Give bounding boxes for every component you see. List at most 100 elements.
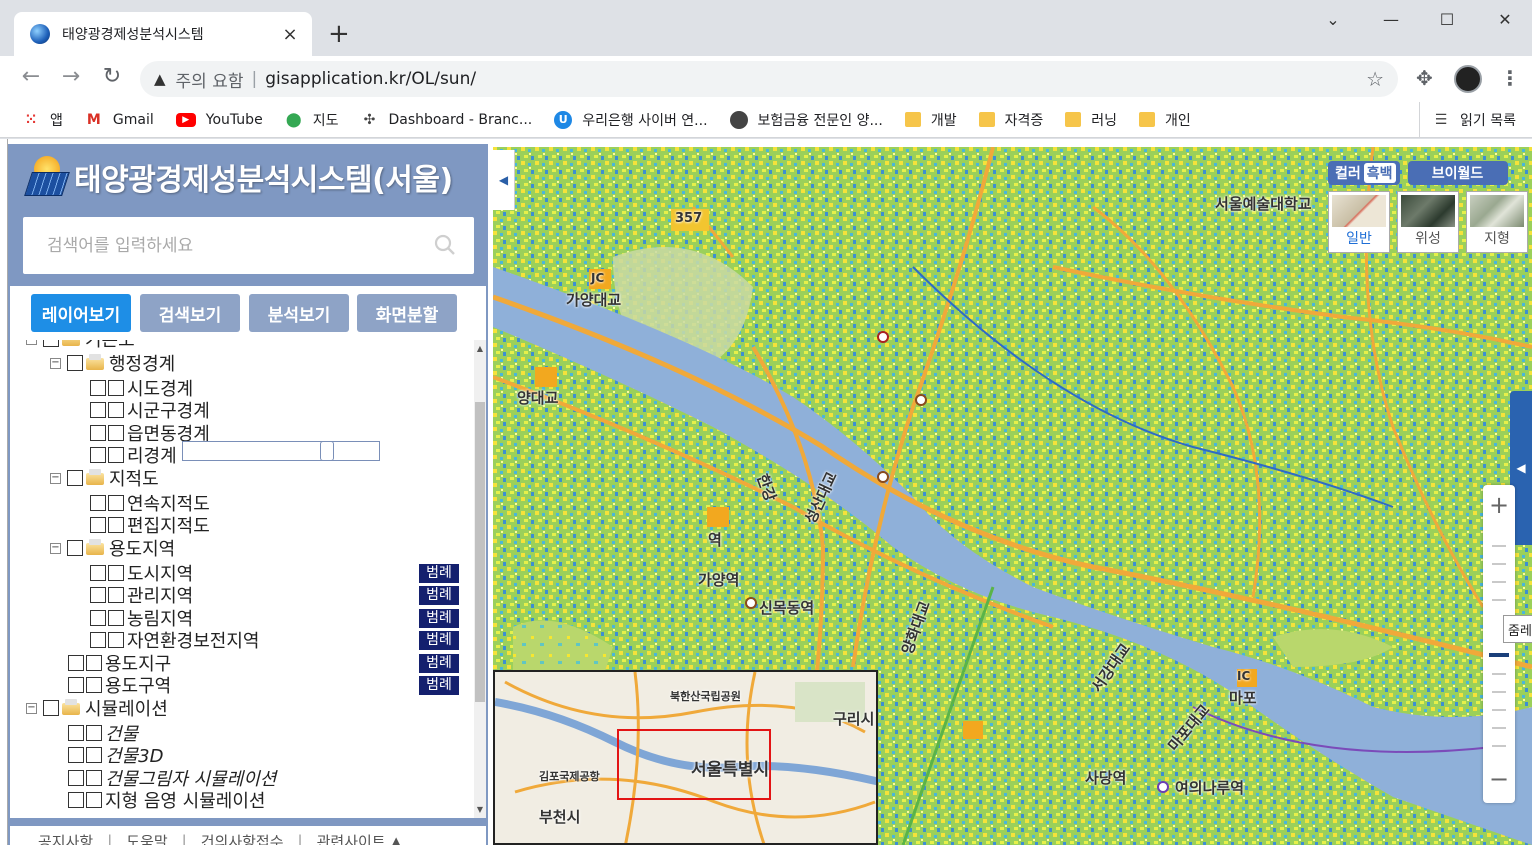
forward-button[interactable]: → bbox=[56, 64, 86, 89]
tree-row[interactable]: 농림지역 bbox=[90, 607, 193, 630]
overview-minimap[interactable]: 북한산국립공원 구리시 김포국제공항 서울특별시 부천시 bbox=[493, 670, 878, 845]
legend-button[interactable]: 범례 bbox=[419, 676, 459, 695]
tab-analysis-view[interactable]: 분석보기 bbox=[249, 294, 349, 332]
scrollbar-thumb[interactable] bbox=[475, 402, 485, 702]
address-bar[interactable]: ▲ 주의 요함 | gisapplication.kr/OL/sun/ ☆ bbox=[140, 61, 1398, 97]
layer-checkbox[interactable] bbox=[90, 610, 106, 626]
layer-checkbox[interactable] bbox=[90, 565, 106, 581]
layer-checkbox[interactable] bbox=[90, 517, 106, 533]
layer-visibility-checkbox[interactable] bbox=[108, 495, 124, 511]
layer-visibility-checkbox[interactable] bbox=[108, 587, 124, 603]
bookmark-star-icon[interactable]: ☆ bbox=[1366, 67, 1384, 91]
layer-checkbox[interactable] bbox=[90, 447, 106, 463]
collapse-icon[interactable]: − bbox=[50, 472, 61, 484]
layer-checkbox[interactable] bbox=[90, 402, 106, 418]
bookmark-folder-learning[interactable]: 러닝 bbox=[1065, 110, 1117, 130]
extensions-puzzle-icon[interactable]: ✥ bbox=[1416, 66, 1433, 90]
bookmark-folder-cert[interactable]: 자격증 bbox=[978, 110, 1043, 130]
basemap-satellite[interactable]: 위성 bbox=[1397, 191, 1459, 253]
scroll-down-arrow-icon[interactable]: ▼ bbox=[475, 805, 485, 814]
zoom-level-tick[interactable] bbox=[1492, 709, 1506, 711]
tree-row-basemap[interactable]: − 기본도 bbox=[26, 340, 135, 351]
layer-visibility-checkbox[interactable] bbox=[108, 425, 124, 441]
collapse-icon[interactable]: − bbox=[50, 542, 61, 554]
layer-visibility-checkbox[interactable] bbox=[108, 632, 124, 648]
layer-visibility-checkbox[interactable] bbox=[86, 770, 102, 786]
zoom-in-button[interactable]: + bbox=[1483, 491, 1515, 519]
zoom-level-tick[interactable] bbox=[1492, 581, 1506, 583]
bookmark-gmail[interactable]: M Gmail bbox=[85, 111, 154, 129]
zoom-level-current[interactable] bbox=[1489, 653, 1509, 657]
tree-row[interactable]: − 시뮬레이션 bbox=[26, 697, 168, 720]
footer-link-suggestion[interactable]: 건의사항접수 bbox=[201, 831, 284, 845]
zoom-level-tick[interactable] bbox=[1492, 545, 1506, 547]
tab-close-icon[interactable]: × bbox=[280, 24, 300, 45]
footer-link-help[interactable]: 도움말 bbox=[126, 831, 167, 845]
zoom-level-tick[interactable] bbox=[1492, 745, 1506, 747]
warning-triangle-icon[interactable]: ▲ bbox=[154, 70, 166, 88]
layer-visibility-checkbox[interactable] bbox=[86, 725, 102, 741]
zoom-level-tick[interactable] bbox=[1492, 673, 1506, 675]
layer-checkbox[interactable] bbox=[90, 632, 106, 648]
layer-visibility-checkbox[interactable] bbox=[86, 677, 102, 693]
opacity-slider-handle[interactable] bbox=[320, 441, 334, 461]
layer-checkbox[interactable] bbox=[90, 425, 106, 441]
tree-row[interactable]: 연속지적도 bbox=[90, 492, 210, 515]
layer-visibility-checkbox[interactable] bbox=[108, 565, 124, 581]
layer-checkbox[interactable] bbox=[90, 587, 106, 603]
layer-checkbox[interactable] bbox=[90, 380, 106, 396]
legend-button[interactable]: 범례 bbox=[419, 654, 459, 673]
bookmark-youtube[interactable]: ▶ YouTube bbox=[175, 112, 263, 128]
mono-option[interactable]: 흑백 bbox=[1363, 163, 1396, 183]
opacity-slider-track[interactable] bbox=[182, 441, 380, 461]
security-warning-text[interactable]: 주의 요함 bbox=[176, 67, 244, 92]
legend-button[interactable]: 범례 bbox=[419, 609, 459, 628]
zoom-level-tick[interactable] bbox=[1492, 563, 1506, 565]
layer-visibility-checkbox[interactable] bbox=[108, 402, 124, 418]
bookmark-dashboard[interactable]: ✣ Dashboard - Branc... bbox=[360, 111, 533, 129]
scroll-up-arrow-icon[interactable]: ▲ bbox=[475, 344, 485, 353]
layer-checkbox[interactable] bbox=[68, 747, 84, 763]
collapse-icon[interactable]: − bbox=[26, 340, 37, 345]
layer-checkbox[interactable] bbox=[68, 725, 84, 741]
layer-checkbox[interactable] bbox=[67, 470, 83, 486]
color-mode-switch[interactable]: 컬러 흑백 bbox=[1328, 161, 1400, 185]
tab-layer-view[interactable]: 레이어보기 bbox=[31, 294, 131, 332]
bookmark-insurance[interactable]: 보험금융 전문인 양... bbox=[729, 110, 883, 130]
map-viewport[interactable]: 가양대교 양대교 역 가양역 신목동역 양화대교 성산대교 한강 서강대교 마포… bbox=[493, 147, 1532, 845]
reading-list[interactable]: ☰ 읽기 목록 bbox=[1419, 102, 1516, 138]
basemap-normal[interactable]: 일반 bbox=[1328, 191, 1390, 253]
layer-checkbox[interactable] bbox=[68, 792, 84, 808]
browser-menu-icon[interactable]: ⋮ bbox=[1500, 66, 1520, 90]
profile-avatar[interactable] bbox=[1454, 65, 1482, 93]
zoom-level-tick[interactable] bbox=[1492, 599, 1506, 601]
tree-scrollbar[interactable]: ▲ ▼ bbox=[474, 340, 486, 818]
vworld-button[interactable]: 브이월드 bbox=[1407, 161, 1508, 185]
basemap-terrain[interactable]: 지형 bbox=[1466, 191, 1528, 253]
tree-row[interactable]: 자연환경보전지역 bbox=[90, 629, 259, 652]
layer-visibility-checkbox[interactable] bbox=[86, 792, 102, 808]
layer-visibility-checkbox[interactable] bbox=[108, 447, 124, 463]
tree-row[interactable]: 건물그림자 시뮬레이션 bbox=[68, 767, 276, 790]
layer-checkbox[interactable] bbox=[68, 677, 84, 693]
tree-row[interactable]: 건물 bbox=[68, 722, 138, 745]
bookmark-apps[interactable]: ⁙ 앱 bbox=[22, 110, 63, 130]
tree-row[interactable]: 지형 음영 시뮬레이션 bbox=[68, 789, 265, 812]
layer-visibility-checkbox[interactable] bbox=[108, 517, 124, 533]
layer-checkbox[interactable] bbox=[90, 495, 106, 511]
close-window-button[interactable]: ✕ bbox=[1490, 10, 1520, 29]
browser-tab[interactable]: 태양광경제성분석시스템 × bbox=[14, 12, 312, 56]
layer-checkbox[interactable] bbox=[43, 700, 59, 716]
footer-link-notice[interactable]: 공지사항 bbox=[38, 831, 93, 845]
tree-row[interactable]: 시도경계 bbox=[90, 377, 193, 400]
tree-row[interactable]: − 용도지역 bbox=[50, 537, 175, 560]
tree-row[interactable]: − 행정경계 bbox=[50, 352, 175, 375]
bookmark-folder-dev[interactable]: 개발 bbox=[904, 110, 957, 130]
bookmark-folder-personal[interactable]: 개인 bbox=[1139, 110, 1191, 130]
layer-visibility-checkbox[interactable] bbox=[86, 655, 102, 671]
color-option[interactable]: 컬러 bbox=[1332, 163, 1364, 183]
url-text[interactable]: gisapplication.kr/OL/sun/ bbox=[265, 69, 476, 89]
tree-row[interactable]: 관리지역 bbox=[90, 584, 193, 607]
layer-visibility-checkbox[interactable] bbox=[108, 610, 124, 626]
search-icon[interactable] bbox=[434, 234, 456, 256]
